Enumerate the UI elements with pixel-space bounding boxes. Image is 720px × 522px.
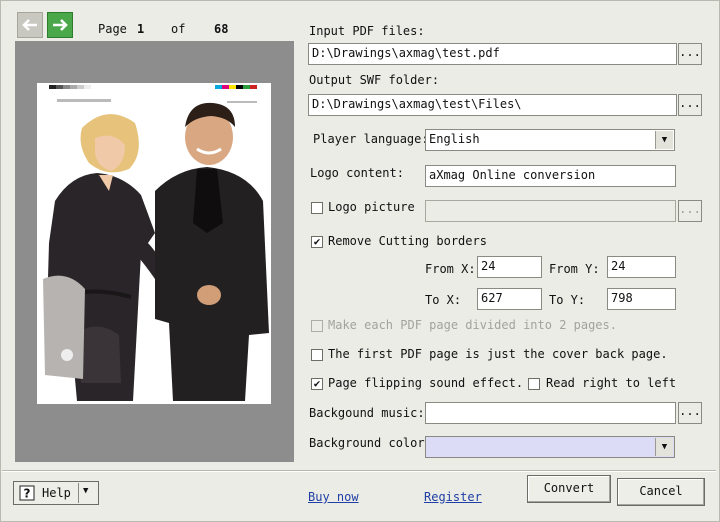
bg-color-select[interactable]: ▼: [425, 436, 675, 458]
from-y-field[interactable]: 24: [607, 256, 676, 278]
chevron-down-icon: ▼: [655, 438, 673, 456]
bg-music-browse-button[interactable]: ...: [678, 402, 702, 424]
logo-picture-field: [425, 200, 676, 222]
bg-music-label: Backgound music:: [309, 406, 425, 420]
first-page-cover-checkbox[interactable]: [311, 349, 323, 361]
arrow-left-icon: [22, 19, 37, 31]
logo-picture-checkbox[interactable]: [311, 202, 323, 214]
chevron-down-icon: ▼: [655, 131, 673, 149]
total-pages-number: 68: [214, 22, 229, 36]
fashion-photo-image: [43, 102, 269, 401]
flip-sound-label: Page flipping sound effect.: [328, 376, 524, 390]
next-page-button[interactable]: [47, 12, 73, 38]
cancel-button[interactable]: Cancel: [617, 478, 705, 506]
to-y-label: To Y:: [549, 293, 586, 307]
from-y-label: From Y:: [549, 262, 600, 276]
previous-page-button[interactable]: [17, 12, 43, 38]
output-swf-label: Output SWF folder:: [309, 73, 440, 87]
convert-button[interactable]: Convert: [527, 475, 611, 503]
of-label: of: [171, 22, 186, 36]
input-pdf-field[interactable]: D:\Drawings\axmag\test.pdf: [308, 43, 677, 65]
flip-sound-checkbox[interactable]: ✔: [311, 378, 323, 390]
from-x-label: From X:: [425, 262, 476, 276]
remove-cutting-checkbox[interactable]: ✔: [311, 236, 323, 248]
first-page-cover-label: The first PDF page is just the cover bac…: [328, 347, 668, 361]
read-rtl-checkbox[interactable]: [528, 378, 540, 390]
to-y-field[interactable]: 798: [607, 288, 676, 310]
from-x-field[interactable]: 24: [477, 256, 542, 278]
page-preview-panel: [15, 41, 294, 462]
buy-now-link[interactable]: Buy now: [308, 490, 359, 504]
help-split-divider: [78, 483, 79, 503]
help-button[interactable]: ? Help ▼: [13, 481, 99, 505]
help-label: Help: [42, 486, 71, 500]
page-thumbnail: [37, 83, 271, 404]
logo-picture-label: Logo picture: [328, 200, 415, 214]
remove-cutting-label: Remove Cutting borders: [328, 234, 487, 248]
output-swf-browse-button[interactable]: ...: [678, 94, 702, 116]
divide-pages-label: Make each PDF page divided into 2 pages.: [328, 318, 617, 332]
current-page-number: 1: [137, 22, 145, 36]
arrow-right-icon: [53, 19, 68, 31]
output-swf-field[interactable]: D:\Drawings\axmag\test\Files\: [308, 94, 677, 116]
player-language-label: Player language:: [313, 132, 429, 146]
footer-divider: [2, 470, 716, 472]
player-language-value: English: [429, 132, 480, 146]
logo-picture-browse-button: ...: [678, 200, 702, 222]
to-x-label: To X:: [425, 293, 462, 307]
logo-content-field[interactable]: aXmag Online conversion: [425, 165, 676, 187]
help-dropdown-arrow-icon[interactable]: ▼: [83, 486, 88, 496]
page-label: Page: [98, 22, 127, 36]
register-link[interactable]: Register: [424, 490, 482, 504]
input-pdf-browse-button[interactable]: ...: [678, 43, 702, 65]
player-language-select[interactable]: English ▼: [425, 129, 675, 151]
to-x-field[interactable]: 627: [477, 288, 542, 310]
divide-pages-checkbox: [311, 320, 323, 332]
bg-music-field[interactable]: [425, 402, 676, 424]
read-rtl-label: Read right to left: [546, 376, 677, 390]
logo-content-label: Logo content:: [310, 166, 404, 180]
bg-color-label: Background color:: [309, 436, 432, 450]
svg-text:?: ?: [24, 487, 31, 501]
input-pdf-label: Input PDF files:: [309, 24, 425, 38]
help-question-icon: ?: [19, 485, 35, 501]
